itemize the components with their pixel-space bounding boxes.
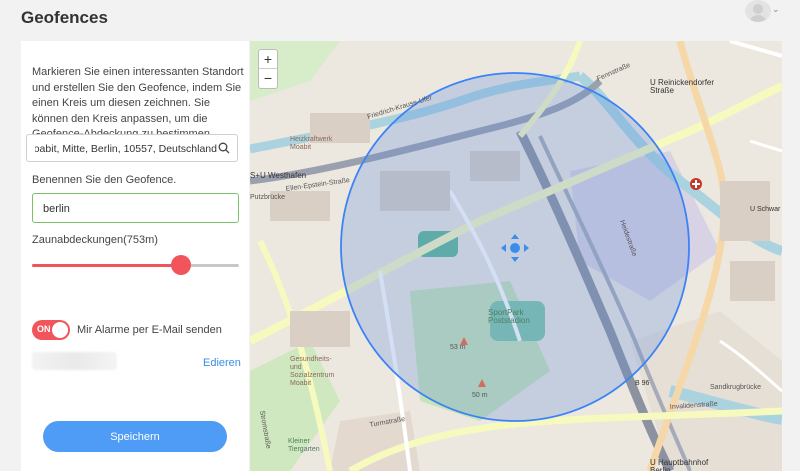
map-view[interactable]: Friedrich-Krause-Ufer Heizkraftwerk Moabi…: [250, 41, 782, 471]
fence-coverage-label: Zaunabdeckungen(753m): [32, 234, 158, 246]
hospital-icon: [690, 178, 702, 190]
edit-link[interactable]: Edieren: [203, 357, 241, 369]
radius-slider-thumb[interactable]: [171, 255, 192, 275]
geofence-panel: Markieren Sie einen interessanten Stando…: [21, 41, 249, 471]
map-label: Sandkrugbrücke: [710, 384, 761, 391]
email-alert-label: Mir Alarme per E-Mail senden: [77, 324, 222, 336]
map-canvas[interactable]: Friedrich-Krause-Ufer Heizkraftwerk Moabi…: [250, 41, 782, 471]
redacted-email: [32, 352, 117, 370]
map-label: U Schwar: [750, 206, 781, 213]
geofence-name-input[interactable]: [43, 201, 223, 216]
avatar-body-icon: [749, 15, 767, 22]
email-alert-toggle[interactable]: ON: [32, 320, 70, 340]
top-bar: Geofences ⌄: [0, 0, 800, 36]
page-scrollbar[interactable]: [782, 41, 800, 471]
map-label: SportPark Poststadion: [488, 308, 530, 325]
chevron-down-icon[interactable]: ⌄: [772, 4, 780, 15]
avatar[interactable]: [745, 0, 771, 22]
radius-slider[interactable]: [32, 255, 239, 275]
zoom-out-button[interactable]: −: [259, 69, 277, 88]
zoom-control: + −: [258, 49, 278, 89]
map-label: B 96: [635, 380, 650, 387]
map-label: 50 m: [472, 392, 488, 399]
map-label: 53 m: [450, 344, 466, 351]
radius-slider-fill: [32, 264, 182, 267]
instructions-text: Markieren Sie einen interessanten Stando…: [32, 66, 244, 140]
toggle-knob: [52, 322, 68, 338]
avatar-head-icon: [753, 4, 763, 14]
save-button[interactable]: Speichern: [43, 421, 227, 452]
map-label: S+U Westhafen: [250, 171, 306, 180]
geofence-name-box[interactable]: [32, 193, 239, 223]
location-search-box[interactable]: [26, 134, 238, 162]
building: [290, 311, 350, 347]
building: [730, 261, 775, 301]
zoom-in-button[interactable]: +: [259, 50, 277, 69]
toggle-state-label: ON: [37, 324, 51, 334]
geofence-name-label: Benennen Sie den Geofence.: [32, 174, 177, 186]
search-icon[interactable]: [218, 142, 230, 154]
location-search-input[interactable]: [35, 140, 217, 157]
page-title: Geofences: [21, 8, 108, 27]
map-label: Putzbrücke: [250, 194, 285, 201]
